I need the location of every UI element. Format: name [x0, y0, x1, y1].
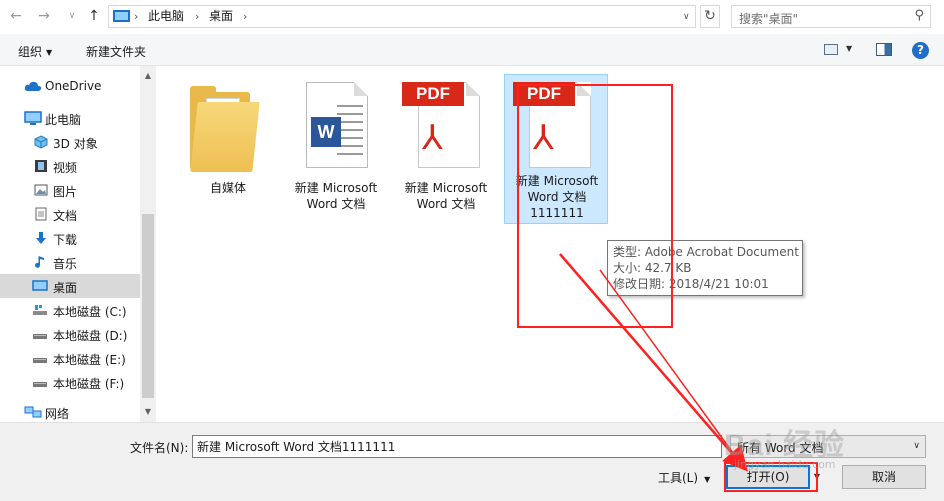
watermark-url: jingyan.baidu.com — [734, 458, 836, 471]
